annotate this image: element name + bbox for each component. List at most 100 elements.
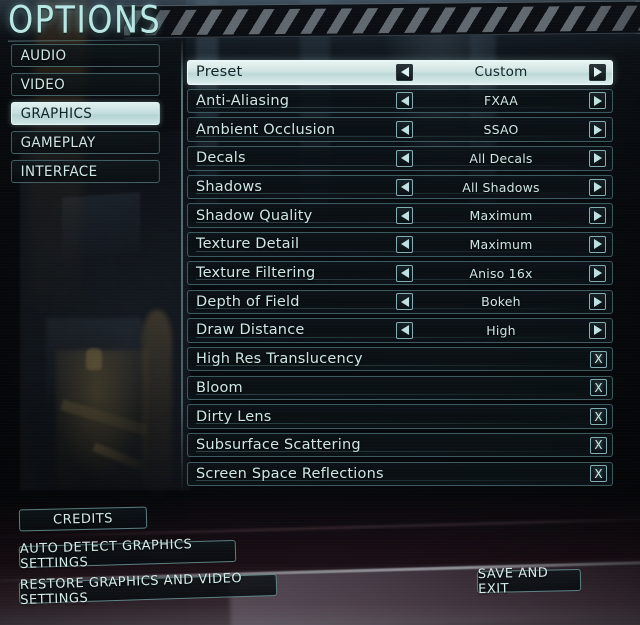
option-value: All Decals xyxy=(469,150,533,166)
right-arrow-glyph xyxy=(593,210,602,221)
save-and-exit-button-label: SAVE AND EXIT xyxy=(477,565,549,598)
option-row-underline xyxy=(196,394,584,396)
option-row-depth-of-field[interactable]: Depth of Field Bokeh xyxy=(187,289,613,314)
header-hatch-bar xyxy=(123,0,640,39)
sidebar-item-label: GRAPHICS xyxy=(20,105,93,122)
left-arrow-glyph xyxy=(400,296,409,307)
graphics-options-list: Preset Custom Anti-Aliasing FXAA Ambient Occ… xyxy=(187,60,613,490)
left-arrow-icon[interactable] xyxy=(396,121,413,139)
right-arrow-glyph xyxy=(593,268,602,279)
option-row-texture-detail[interactable]: Texture Detail Maximum xyxy=(187,232,613,257)
left-arrow-icon[interactable] xyxy=(396,321,413,339)
auto-detect-button-label: AUTO DETECT GRAPHICS SETTINGS xyxy=(19,537,193,572)
panel-divider xyxy=(181,36,183,494)
option-row-shadows[interactable]: Shadows All Shadows xyxy=(187,174,613,200)
option-value: Custom xyxy=(474,64,528,81)
right-arrow-icon[interactable] xyxy=(589,264,606,282)
right-arrow-glyph xyxy=(593,239,602,250)
right-arrow-glyph xyxy=(593,124,602,135)
option-value: SSAO xyxy=(483,122,519,138)
right-arrow-icon[interactable] xyxy=(589,235,606,253)
category-sidebar: AUDIO VIDEO GRAPHICS GAMEPLAY INTERFACE xyxy=(11,44,166,189)
right-arrow-icon[interactable] xyxy=(589,63,606,81)
option-value: Aniso 16x xyxy=(469,265,533,281)
sidebar-item-audio[interactable]: AUDIO xyxy=(11,44,160,67)
sidebar-item-gameplay[interactable]: GAMEPLAY xyxy=(11,131,160,154)
sidebar-item-label: AUDIO xyxy=(20,47,67,64)
left-arrow-icon[interactable] xyxy=(396,149,413,167)
option-row-draw-distance[interactable]: Draw Distance High xyxy=(187,318,613,343)
option-row-dirty-lens[interactable]: Dirty Lens X xyxy=(187,404,613,429)
options-screen: OPTIONS AUDIO VIDEO GRAPHICS GAMEPLAY INTERF… xyxy=(0,0,640,625)
left-arrow-glyph xyxy=(400,153,409,164)
left-arrow-icon[interactable] xyxy=(396,92,413,110)
option-label: Screen Space Reflections xyxy=(196,465,384,482)
left-arrow-icon[interactable] xyxy=(396,235,413,253)
option-value: Bokeh xyxy=(481,294,521,310)
option-label: Anti-Aliasing xyxy=(196,92,290,109)
option-value: FXAA xyxy=(483,93,518,109)
option-row-screen-space-reflections[interactable]: Screen Space Reflections X xyxy=(187,461,613,487)
sidebar-item-label: GAMEPLAY xyxy=(20,134,96,151)
left-arrow-icon[interactable] xyxy=(396,63,413,81)
option-label: Ambient Occlusion xyxy=(196,121,336,138)
right-arrow-glyph xyxy=(593,325,602,336)
right-arrow-glyph xyxy=(593,182,602,192)
option-row-decals[interactable]: Decals All Decals xyxy=(187,146,613,171)
background-standing-figure xyxy=(142,310,172,500)
option-row-high-res-translucency[interactable]: High Res Translucency X xyxy=(187,346,613,372)
right-arrow-glyph xyxy=(593,67,602,78)
right-arrow-icon[interactable] xyxy=(589,178,606,196)
checkbox-dirty-lens[interactable]: X xyxy=(590,408,607,425)
background-soldier-head xyxy=(86,348,102,370)
right-arrow-icon[interactable] xyxy=(589,207,606,225)
left-arrow-icon[interactable] xyxy=(396,207,413,225)
checkbox-high-res-translucency[interactable]: X xyxy=(590,350,607,368)
option-label: Preset xyxy=(196,64,243,81)
option-label: Texture Detail xyxy=(196,236,300,253)
right-arrow-icon[interactable] xyxy=(589,149,606,167)
sidebar-item-label: VIDEO xyxy=(20,76,66,93)
option-label: Shadow Quality xyxy=(196,207,313,224)
checkbox-bloom[interactable]: X xyxy=(590,379,607,397)
option-row-texture-filtering[interactable]: Texture Filtering Aniso 16x xyxy=(187,260,613,286)
option-row-preset[interactable]: Preset Custom xyxy=(187,60,613,85)
credits-button[interactable]: CREDITS xyxy=(18,506,148,532)
sidebar-item-video[interactable]: VIDEO xyxy=(11,73,160,96)
save-and-exit-button[interactable]: SAVE AND EXIT xyxy=(476,566,582,597)
left-arrow-icon[interactable] xyxy=(396,293,413,311)
option-label: Depth of Field xyxy=(196,293,300,310)
left-arrow-glyph xyxy=(400,210,409,221)
option-label: High Res Translucency xyxy=(196,351,363,368)
hatch-shading-overlay xyxy=(123,1,640,38)
sidebar-item-graphics[interactable]: GRAPHICS xyxy=(11,102,160,125)
page-title: OPTIONS xyxy=(8,0,162,42)
right-arrow-icon[interactable] xyxy=(589,321,606,339)
option-row-shadow-quality[interactable]: Shadow Quality Maximum xyxy=(187,203,613,228)
option-value: Maximum xyxy=(469,236,533,252)
restore-graphics-and-video-settings-button[interactable]: RESTORE GRAPHICS AND VIDEO SETTINGS xyxy=(18,571,278,608)
option-row-bloom[interactable]: Bloom X xyxy=(187,375,613,401)
sidebar-item-interface[interactable]: INTERFACE xyxy=(11,160,160,183)
right-arrow-icon[interactable] xyxy=(589,92,606,110)
sidebar-item-label: INTERFACE xyxy=(20,163,98,180)
left-arrow-glyph xyxy=(400,268,409,279)
left-arrow-icon[interactable] xyxy=(396,178,413,196)
option-label: Bloom xyxy=(196,379,243,396)
option-row-subsurface-scattering[interactable]: Subsurface Scattering X xyxy=(187,432,613,458)
left-arrow-glyph xyxy=(400,95,409,106)
right-arrow-icon[interactable] xyxy=(589,121,606,139)
checkbox-subsurface-scattering[interactable]: X xyxy=(590,436,607,454)
auto-detect-graphics-settings-button[interactable]: AUTO DETECT GRAPHICS SETTINGS xyxy=(18,537,237,572)
option-label: Draw Distance xyxy=(196,322,305,339)
option-label: Subsurface Scattering xyxy=(196,437,361,454)
left-arrow-icon[interactable] xyxy=(396,264,413,282)
option-row-ambient-occlusion[interactable]: Ambient Occlusion SSAO xyxy=(187,117,613,142)
left-arrow-glyph xyxy=(400,182,409,192)
right-arrow-icon[interactable] xyxy=(589,293,606,311)
option-row-anti-aliasing[interactable]: Anti-Aliasing FXAA xyxy=(187,88,613,114)
left-arrow-glyph xyxy=(400,124,409,135)
right-arrow-glyph xyxy=(593,95,602,106)
checkbox-screen-space-reflections[interactable]: X xyxy=(590,465,607,483)
option-label: Dirty Lens xyxy=(196,408,272,425)
